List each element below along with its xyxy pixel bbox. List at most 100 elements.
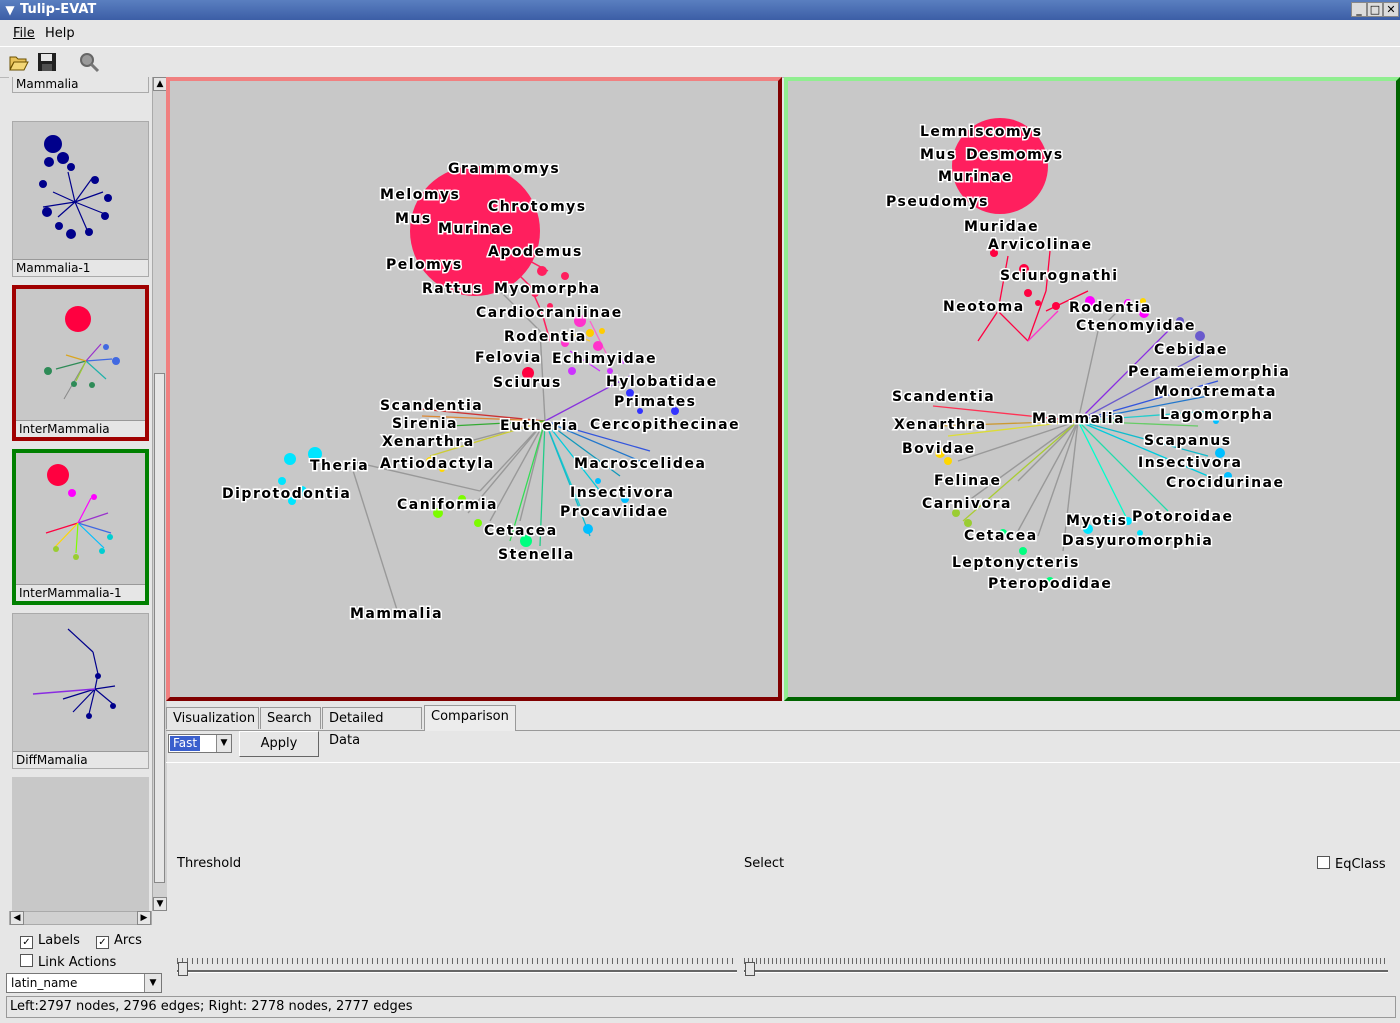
svg-text:Primates: Primates [614,394,697,410]
link-actions-option[interactable]: Link Actions [20,954,116,970]
svg-text:Muridae: Muridae [964,219,1039,235]
menu-help[interactable]: Help [45,26,75,41]
svg-text:Eutheria: Eutheria [500,418,579,434]
svg-text:Mus: Mus [920,147,957,163]
svg-text:Cardiocraniinae: Cardiocraniinae [476,305,623,321]
svg-text:Sciurognathi: Sciurognathi [1000,268,1119,284]
thumbnail-label: InterMammalia [16,420,145,437]
tab-bar: Visualization Search Detailed Data Compa… [166,705,1400,748]
select-slider-handle[interactable] [745,962,755,976]
thumbnail-mammalia[interactable]: Mammalia [12,77,149,93]
select-slider-ticks [744,958,1388,964]
apply-button[interactable]: Apply [239,731,319,757]
thumbnail-label: DiffMamalia [13,751,148,768]
right-tree-canvas[interactable]: Lemniscomys Mus Desmomys Murinae Pseudom… [788,81,1396,697]
thumbnail-intermammalia[interactable]: InterMammalia [12,285,149,441]
svg-text:Neotoma: Neotoma [943,299,1025,315]
link-actions-checkbox[interactable] [20,954,33,967]
thumbnail-intermammalia-1[interactable]: InterMammalia-1 [12,449,149,605]
eqclass-option[interactable]: EqClass [1317,856,1386,872]
thumbnail-list: Mammalia Mammalia-1 InterMammalia InterM… [9,77,152,911]
svg-text:Murinae: Murinae [438,221,513,237]
folder-open-icon[interactable] [8,51,30,73]
threshold-slider-ticks [177,958,737,964]
minimize-icon[interactable]: _ [1351,2,1367,17]
svg-text:Scandentia: Scandentia [380,398,483,414]
menu-file[interactable]: File [13,26,35,41]
labels-option[interactable]: ✓ Labels [20,933,80,949]
property-select[interactable]: latin_name ▼ [6,973,162,993]
svg-text:Theria: Theria [310,458,369,474]
svg-text:Lagomorpha: Lagomorpha [1160,407,1274,423]
svg-text:Rodentia: Rodentia [1069,300,1152,316]
svg-text:Macroscelidea: Macroscelidea [574,456,706,472]
thumbnail-mammalia-1[interactable]: Mammalia-1 [12,121,149,277]
svg-text:Cercopithecinae: Cercopithecinae [590,417,740,433]
tab-detailed-data[interactable]: Detailed Data [322,707,422,748]
svg-text:Felinae: Felinae [934,473,1002,489]
magnifier-icon[interactable] [78,51,100,73]
svg-text:Insectivora: Insectivora [1138,455,1242,471]
svg-text:Bovidae: Bovidae [902,441,976,457]
svg-text:Felovia: Felovia [475,350,542,366]
window-title: Tulip-EVAT [20,2,97,17]
sidebar-vertical-scrollbar[interactable]: ▲ ▼ [152,77,167,911]
svg-text:Scandentia: Scandentia [892,389,995,405]
svg-text:Echimyidae: Echimyidae [552,351,657,367]
eqclass-checkbox[interactable] [1317,856,1330,869]
comparison-mode-select[interactable]: Fast ▼ [168,734,232,753]
svg-text:Cetacea: Cetacea [484,523,558,539]
tree-preview-diffmamalia [32,628,116,719]
scroll-left-icon[interactable]: ◀ [10,911,24,925]
threshold-slider[interactable] [177,970,737,973]
maximize-icon[interactable]: □ [1367,2,1383,17]
scroll-right-icon[interactable]: ▶ [137,911,151,925]
status-bar: Left:2797 nodes, 2796 edges; Right: 2778… [6,996,1396,1018]
chevron-down-icon[interactable]: ▼ [216,735,231,752]
svg-text:Mammalia: Mammalia [350,606,443,622]
tab-visualization[interactable]: Visualization [166,707,259,729]
labels-checkbox[interactable]: ✓ [20,936,33,949]
thumbnail-diffmamalia[interactable]: DiffMamalia [12,613,149,769]
tab-comparison[interactable]: Comparison [424,705,516,731]
window-menu-icon[interactable]: ▼ [2,2,18,18]
tree-preview-intermammalia-1 [45,464,113,560]
svg-text:Potoroidae: Potoroidae [1132,509,1233,525]
svg-text:Carnivora: Carnivora [922,496,1012,512]
right-tree-labels: Lemniscomys Mus Desmomys Murinae Pseudom… [885,123,1291,594]
right-graph-view[interactable]: Lemniscomys Mus Desmomys Murinae Pseudom… [784,77,1400,701]
arcs-checkbox[interactable]: ✓ [96,936,109,949]
svg-text:Scapanus: Scapanus [1144,433,1232,449]
arcs-option[interactable]: ✓ Arcs [96,933,142,949]
svg-text:Dasyuromorphia: Dasyuromorphia [1062,533,1213,549]
thumbnail-empty[interactable] [12,777,149,911]
scrollbar-thumb[interactable] [154,373,165,883]
svg-text:Chrotomys: Chrotomys [488,199,587,215]
chevron-down-icon[interactable]: ▼ [144,974,161,992]
tree-preview-intermammalia [44,306,120,400]
sidebar-horizontal-scrollbar[interactable]: ◀ ▶ [9,911,152,925]
tree-preview-mammalia-1 [39,135,112,239]
svg-text:Xenarthra: Xenarthra [382,434,475,450]
svg-text:Procaviidae: Procaviidae [560,504,669,520]
svg-text:Sciurus: Sciurus [493,375,562,391]
svg-text:Rattus: Rattus [422,281,483,297]
threshold-slider-handle[interactable] [178,962,188,976]
svg-text:Perameiemorphia: Perameiemorphia [1128,364,1290,380]
left-graph-view[interactable]: Grammomys Melomys Chrotomys Mus Murinae … [166,77,782,701]
svg-text:Ctenomyidae: Ctenomyidae [1076,318,1196,334]
scroll-down-icon[interactable]: ▼ [153,897,167,911]
thumbnail-label: InterMammalia-1 [16,584,145,601]
left-tree-canvas[interactable]: Grammomys Melomys Chrotomys Mus Murinae … [170,81,778,697]
select-label: Select [744,856,785,871]
svg-text:Crocidurinae: Crocidurinae [1166,475,1285,491]
select-slider[interactable] [744,970,1388,973]
floppy-disk-icon[interactable] [36,51,58,73]
comparison-mode-value: Fast [170,736,201,751]
tab-search[interactable]: Search [260,707,321,729]
thumbnail-label: Mammalia [13,77,148,92]
close-icon[interactable]: ✕ [1383,2,1399,17]
svg-text:Pelomys: Pelomys [386,257,463,273]
scroll-up-icon[interactable]: ▲ [153,77,167,91]
thumbnail-label: Mammalia-1 [13,259,148,276]
